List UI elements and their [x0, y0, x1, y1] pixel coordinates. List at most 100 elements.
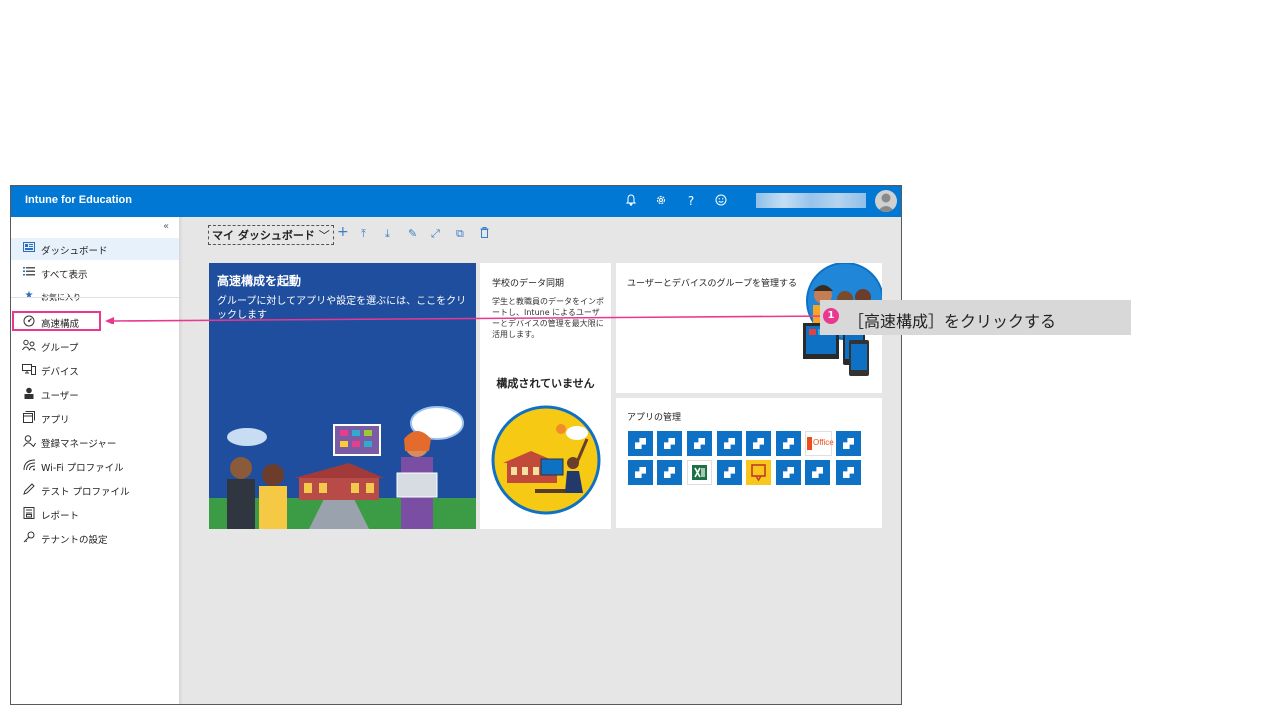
group-icon: [22, 339, 36, 354]
quick-config-tile[interactable]: 高速構成を起動 グループに対してアプリや設定を選ぶには、ここをクリックします: [209, 263, 476, 529]
step-number-badge: 1: [823, 308, 839, 324]
wifi-icon: [22, 459, 36, 474]
manage-apps-tile[interactable]: アプリの管理 Office: [616, 398, 882, 528]
dashboard-icon: [22, 242, 36, 255]
sidebar-item-test-profile[interactable]: テスト プロファイル: [11, 479, 179, 501]
app-icon: [843, 438, 854, 449]
quick-config-tile-title: 高速構成を起動: [217, 274, 302, 288]
edit-icon[interactable]: ✎: [408, 227, 417, 240]
pen-icon: [22, 483, 36, 498]
callout-arrow: [105, 315, 833, 324]
paint-icon: [751, 464, 766, 482]
help-icon[interactable]: ?: [683, 194, 699, 208]
add-icon[interactable]: +: [337, 224, 349, 240]
download-icon[interactable]: ⤓: [385, 227, 390, 241]
report-icon: [22, 507, 36, 522]
sidebar-item-devices[interactable]: デバイス: [11, 359, 179, 381]
school-data-sync-title: 学校のデータ同期: [492, 279, 565, 289]
office-app-tile[interactable]: Office: [805, 431, 834, 456]
app-icon: [843, 467, 854, 478]
gear-icon[interactable]: [653, 194, 669, 209]
app-tile[interactable]: [628, 431, 653, 456]
sidebar-item-apps[interactable]: アプリ: [11, 407, 179, 429]
app-icon: [724, 438, 735, 449]
sidebar-item-reports[interactable]: レポート: [11, 503, 179, 525]
app-icon: [753, 438, 764, 449]
sidebar-item-groups[interactable]: グループ: [11, 335, 179, 357]
sidebar-item-enrollment-manager[interactable]: 登録マネージャー: [11, 431, 179, 453]
fresh-paint-app-tile[interactable]: [746, 460, 771, 485]
excel-icon: [692, 465, 707, 480]
app-tile[interactable]: [776, 460, 801, 485]
sidebar-item-wifi-profile[interactable]: Wi-Fi プロファイル: [11, 455, 179, 477]
chevron-down-icon: ﹀: [318, 229, 330, 242]
user-icon: [22, 387, 36, 402]
callout-text: ［高速構成］をクリックする: [848, 312, 1057, 331]
school-data-sync-status: 構成されていません: [496, 377, 595, 390]
devices-icon: [22, 363, 36, 378]
app-title[interactable]: Intune for Education: [25, 194, 132, 206]
school-sync-illustration: [491, 405, 601, 515]
sidebar-item-label: ダッシュボード: [41, 246, 108, 257]
top-bar: Intune for Education ?: [11, 186, 901, 217]
office-logo-icon: [807, 437, 812, 450]
sidebar-item-label: 登録マネージャー: [41, 439, 117, 450]
office-app-label: Office: [813, 438, 834, 447]
app-tile[interactable]: [805, 460, 830, 485]
school-illustration: [209, 406, 476, 529]
app-tile[interactable]: [657, 431, 682, 456]
school-data-sync-tile[interactable]: 学校のデータ同期 学生と教職員のデータをインポートし、Intune によるユーザ…: [480, 263, 611, 529]
sidebar-divider: [11, 297, 179, 298]
intune-portal-window: Intune for Education ? « ダッシュボード すべて表示 ★…: [10, 185, 902, 705]
sidebar-item-label: すべて表示: [41, 270, 88, 281]
manage-apps-title: アプリの管理: [627, 413, 682, 423]
dashboard-title[interactable]: マイ ダッシュボード ﹀: [208, 225, 334, 245]
app-icon: [783, 438, 794, 449]
sidebar-item-label: アプリ: [41, 415, 70, 426]
app-tile[interactable]: [687, 431, 712, 456]
star-icon: ★: [24, 290, 34, 301]
list-icon: [22, 266, 36, 279]
quick-config-highlight: [12, 311, 101, 331]
excel-app-tile[interactable]: [687, 460, 712, 485]
sidebar: « ダッシュボード すべて表示 ★ お気に入り 高速構成 グループ デバイス: [11, 217, 179, 704]
collapse-sidebar-icon[interactable]: «: [163, 221, 169, 232]
clone-icon[interactable]: ⧉: [456, 227, 464, 241]
avatar[interactable]: [875, 190, 897, 212]
bell-icon[interactable]: [623, 194, 639, 209]
app-icon: [724, 467, 735, 478]
sidebar-shadow: [179, 217, 183, 704]
sidebar-item-label: テスト プロファイル: [41, 487, 130, 498]
app-tile[interactable]: [746, 431, 771, 456]
app-tile[interactable]: [776, 431, 801, 456]
smiley-icon[interactable]: [713, 194, 729, 209]
sidebar-item-all[interactable]: すべて表示: [11, 262, 179, 284]
delete-icon[interactable]: [480, 227, 489, 241]
app-icon: [635, 467, 646, 478]
app-tile[interactable]: [717, 460, 742, 485]
manage-groups-title: ユーザーとデバイスのグループを管理する: [627, 279, 798, 289]
app-tile[interactable]: [836, 431, 861, 456]
apps-icon: [22, 411, 36, 426]
app-tile[interactable]: [628, 460, 653, 485]
sidebar-item-label: デバイス: [41, 367, 79, 378]
sidebar-item-label: テナントの設定: [41, 535, 108, 546]
key-icon: [22, 531, 36, 546]
sidebar-item-tenant-settings[interactable]: テナントの設定: [11, 527, 179, 549]
enrollment-manager-icon: [22, 435, 36, 450]
app-icon: [664, 438, 675, 449]
sidebar-item-label: ユーザー: [41, 391, 79, 402]
account-name-redacted[interactable]: [756, 193, 866, 208]
app-tile[interactable]: [836, 460, 861, 485]
app-tile[interactable]: [657, 460, 682, 485]
app-tile[interactable]: [717, 431, 742, 456]
sidebar-item-label: Wi-Fi プロファイル: [41, 463, 124, 474]
expand-icon[interactable]: ⤢: [431, 227, 440, 241]
sidebar-item-label: レポート: [41, 511, 80, 522]
move-top-icon[interactable]: ⤒: [361, 227, 366, 241]
sidebar-item-dashboard[interactable]: ダッシュボード: [11, 238, 179, 260]
dashboard-title-text: マイ ダッシュボード: [212, 229, 315, 242]
app-icon: [812, 467, 823, 478]
sidebar-item-label: グループ: [41, 343, 79, 354]
sidebar-item-users[interactable]: ユーザー: [11, 383, 179, 405]
